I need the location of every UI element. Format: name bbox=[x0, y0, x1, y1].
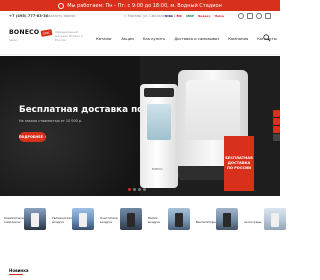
slider-dots bbox=[128, 188, 146, 191]
device-icon bbox=[175, 213, 183, 227]
category-card[interactable]: Очистители воздуха bbox=[100, 202, 142, 230]
site-tagline: Официальный магазин Boneco в России bbox=[55, 30, 83, 42]
mastercard-logo: MC bbox=[176, 14, 183, 18]
category-label: Вентиляторы bbox=[196, 219, 216, 224]
free-delivery-stamp: БЕСПЛАТНАЯ ДОСТАВКА ПО РОССИИ bbox=[224, 136, 254, 191]
account-icon[interactable] bbox=[238, 13, 244, 19]
site-logo[interactable]: BONECO best Swiss bbox=[9, 28, 53, 42]
purifier-water-window bbox=[147, 104, 171, 140]
category-image bbox=[264, 208, 286, 230]
category-image bbox=[72, 208, 94, 230]
main-header: BONECO best Swiss Официальный магазин Bo… bbox=[0, 21, 280, 55]
news-section-title: Новинка bbox=[9, 268, 29, 273]
header-icons bbox=[238, 13, 271, 19]
device-icon bbox=[127, 213, 135, 227]
purifier-control-panel bbox=[144, 88, 174, 97]
nav-item-catalog[interactable]: Каталог bbox=[96, 36, 112, 41]
phone-number-link[interactable]: +7 (495) 777-83-38 bbox=[9, 14, 48, 18]
sidebar-phone-icon[interactable] bbox=[273, 110, 280, 117]
compare-icon[interactable] bbox=[247, 13, 253, 19]
category-image bbox=[24, 208, 46, 230]
clock-icon bbox=[58, 2, 65, 9]
floating-sidebar bbox=[273, 110, 280, 152]
hero-subline: На заказы стоимостью от 10 000 р. bbox=[19, 119, 83, 123]
humidifier-front-panel bbox=[186, 80, 240, 140]
category-image bbox=[120, 208, 142, 230]
sidebar-scroll-up-icon[interactable] bbox=[273, 134, 280, 141]
category-strip: Климатические комплексы Увлажнители возд… bbox=[0, 202, 286, 232]
category-card[interactable]: Мойки воздуха bbox=[148, 202, 190, 230]
arrow-right-icon: › bbox=[44, 135, 47, 139]
device-icon bbox=[223, 213, 231, 227]
working-hours-text: Мы работаем: Пн - Пт: с 9:00 до 18:00, м… bbox=[67, 2, 222, 9]
hero-details-label: ПОДРОБНЕЕ bbox=[18, 135, 43, 139]
purifier-brand-label: BONECO bbox=[152, 168, 163, 171]
halva-logo: Halva bbox=[214, 14, 225, 18]
main-navigation: Каталог Акции Как купить Доставка и само… bbox=[96, 36, 277, 41]
news-title-underline bbox=[9, 274, 23, 275]
category-card[interactable]: Аксессуары bbox=[244, 202, 286, 230]
nav-item-delivery[interactable]: Доставка и самовывоз bbox=[174, 36, 219, 41]
favorites-icon[interactable] bbox=[256, 13, 262, 19]
category-label: Климатические комплексы bbox=[4, 216, 28, 224]
search-icon[interactable] bbox=[263, 34, 271, 42]
hero-background bbox=[0, 56, 140, 196]
callback-link[interactable]: Заказать звонок bbox=[46, 14, 76, 18]
sidebar-mail-icon[interactable] bbox=[273, 118, 280, 125]
hero-banner: Бесплатная доставка по России! На заказы… bbox=[0, 56, 280, 196]
air-purifier-image: BONECO bbox=[140, 84, 178, 188]
slider-dot-4[interactable] bbox=[143, 188, 146, 191]
nav-item-how-to-buy[interactable]: Как купить bbox=[143, 36, 165, 41]
device-icon bbox=[79, 213, 87, 227]
visa-logo: VISA bbox=[165, 14, 173, 18]
category-label: Аксессуары bbox=[244, 219, 262, 224]
category-card[interactable]: Климатические комплексы bbox=[4, 202, 46, 230]
category-image bbox=[216, 208, 238, 230]
logo-text: BONECO bbox=[9, 29, 40, 36]
device-icon bbox=[271, 213, 279, 227]
top-announcement-bar: Мы работаем: Пн - Пт: с 9:00 до 18:00, м… bbox=[0, 0, 280, 11]
slider-dot-1[interactable] bbox=[128, 188, 131, 191]
cart-icon[interactable] bbox=[265, 13, 271, 19]
mir-logo: МИР bbox=[186, 14, 194, 18]
logo-badge: best bbox=[40, 28, 53, 37]
device-icon bbox=[31, 213, 39, 227]
category-label: Мойки воздуха bbox=[148, 216, 160, 224]
hero-details-button[interactable]: ПОДРОБНЕЕ › bbox=[19, 132, 46, 142]
logo-subtitle: Swiss bbox=[9, 38, 17, 42]
payment-methods: VISA MC МИР Яндекс Halva bbox=[164, 13, 225, 19]
info-bar: +7 (495) 777-83-38 Заказать звонок г. Мо… bbox=[0, 11, 280, 21]
category-card[interactable]: Вентиляторы bbox=[196, 202, 238, 230]
sidebar-chat-icon[interactable] bbox=[273, 126, 280, 133]
category-card[interactable]: Увлажнители воздуха bbox=[52, 202, 94, 230]
category-label: Увлажнители воздуха bbox=[52, 216, 72, 224]
yandex-money-logo: Яндекс bbox=[197, 14, 211, 18]
category-label: Очистители воздуха bbox=[100, 216, 118, 224]
nav-item-company[interactable]: Компания bbox=[228, 36, 248, 41]
slider-dot-2[interactable] bbox=[133, 188, 136, 191]
slider-dot-3[interactable] bbox=[138, 188, 141, 191]
nav-item-promotions[interactable]: Акции bbox=[121, 36, 133, 41]
category-image bbox=[168, 208, 190, 230]
